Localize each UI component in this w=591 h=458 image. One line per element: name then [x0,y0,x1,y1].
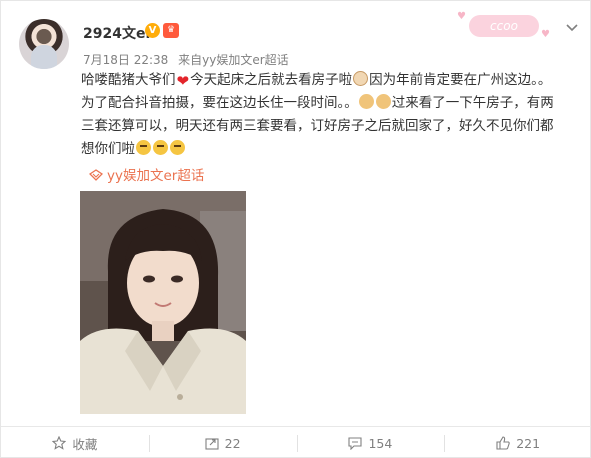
username[interactable]: 2924文er [83,23,152,43]
red-heart-icon: ❤ [176,72,190,90]
favorite-button[interactable]: 收藏 [1,427,149,458]
post-time[interactable]: 7月18日 22:38 [83,53,168,67]
decoration-label: ccoo [469,15,539,37]
text-segment: 为了配合抖音拍摄，要在这边长住一段时间。。 [81,95,358,111]
crying-emoji-icon [153,140,168,155]
post-meta: 7月18日 22:38 来自yy娱加文er超话 [83,51,289,68]
text-segment: 因为年前肯定要在广州这边。。 [369,72,552,88]
pray-emoji-icon [358,94,374,109]
text-segment: 想你们啦 [81,141,135,157]
star-icon [52,436,67,450]
super-topic-label: yy娱加文er超话 [107,168,205,184]
repost-button[interactable]: 22 [148,427,297,458]
text-segment: 过来看了一下午房子，有两 [391,95,554,111]
pray-emoji-icon [375,94,391,109]
text-segment: 三套还算可以，明天还有两三套要看，订好房子之后就回家了，好久不见你们都 [81,118,554,134]
repost-count: 22 [224,435,241,451]
action-bar: 收藏 22 154 221 [1,426,591,458]
post-source[interactable]: yy娱加文er超话 [202,53,289,67]
avatar[interactable] [19,19,69,69]
text-segment: 今天起床之后就去看房子啦 [190,72,353,88]
super-topic-icon [89,169,103,181]
repost-icon [205,438,219,450]
text-line: 哈喽酷猪大爷们❤今天起床之后就去看房子啦 因为年前肯定要在广州这边。。 [81,69,571,92]
favorite-label: 收藏 [72,436,98,452]
post-photo[interactable] [80,191,246,414]
text-segment: 哈喽酷猪大爷们 [81,72,176,88]
post-text: 哈喽酷猪大爷们❤今天起床之后就去看房子啦 因为年前肯定要在广州这边。。 为了配合抖… [81,69,571,161]
chevron-down-icon[interactable] [566,21,578,33]
text-line: 为了配合抖音拍摄，要在这边长住一段时间。。 过来看了一下午房子，有两 [81,92,571,115]
like-count: 221 [516,435,541,451]
super-topic-link[interactable]: yy娱加文er超话 [89,164,204,184]
weibo-post-card: 2924文er V ♛ 7月18日 22:38 来自yy娱加文er超话 ♥ cc… [0,0,591,458]
vip-badge-icon: ♛ [163,23,179,38]
like-icon [496,436,510,450]
text-line: 想你们啦 [81,138,571,161]
comment-count: 154 [368,435,393,451]
text-line: 三套还算可以，明天还有两三套要看，订好房子之后就回家了，好久不见你们都 [81,115,571,138]
verified-badge-icon: V [145,23,160,38]
like-button[interactable]: 221 [444,427,591,458]
cat-emoji-icon [353,71,369,86]
selfie-image [80,191,246,414]
crying-emoji-icon [136,140,151,155]
source-prefix: 来自 [178,53,203,67]
comment-icon [348,437,362,450]
card-decoration: ♥ ccoo ♥ [457,11,550,40]
crying-emoji-icon [170,140,185,155]
comment-button[interactable]: 154 [296,427,445,458]
